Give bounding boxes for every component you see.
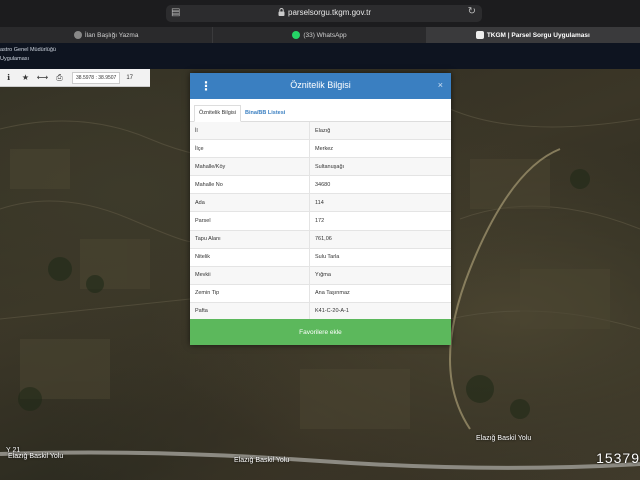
- table-row: Parsel 172: [190, 211, 451, 231]
- close-icon[interactable]: ×: [438, 80, 443, 90]
- table-row: İl Elazığ: [190, 122, 451, 141]
- measure-icon[interactable]: ⟷: [34, 69, 51, 86]
- browser-tabs: İlan Başlığı Yazma (33) WhatsApp TKGM | …: [0, 27, 640, 43]
- table-row: Mevkii Yığma: [190, 266, 451, 285]
- tkgm-favicon-icon: [475, 31, 484, 39]
- reader-icon[interactable]: ▤: [171, 7, 180, 18]
- road-label: Elazığ Baskil Yolu: [234, 457, 290, 464]
- site-title-line1: astro Genel Müdürlüğü: [0, 47, 56, 53]
- info-icon[interactable]: ℹ: [0, 69, 17, 86]
- table-row: Mahalle No 34680: [190, 175, 451, 195]
- dialog-header: ⋮ Öznitelik Bilgisi ×: [190, 73, 451, 99]
- coordinate-readout: 38.5978 : 38.9507: [72, 71, 121, 84]
- tab-ilan[interactable]: İlan Başlığı Yazma: [0, 27, 214, 43]
- browser-toolbar: ▤ parselsorgu.tkgm.gov.tr ↻: [0, 0, 640, 27]
- reload-icon[interactable]: ↻: [468, 6, 476, 17]
- tab-tkgm[interactable]: TKGM | Parsel Sorgu Uygulaması: [426, 27, 640, 43]
- tab-favicon-icon: [73, 31, 82, 39]
- map-grid-label: Y 21: [6, 447, 21, 454]
- dialog-title: Öznitelik Bilgisi: [290, 80, 351, 90]
- map-scale-number: 15379: [596, 450, 640, 466]
- zoom-level: 17: [126, 74, 134, 81]
- dialog-tabs: Öznitelik Bilgisi Bina/BB Listesi: [190, 99, 451, 122]
- table-row: Ada 114: [190, 193, 451, 213]
- tab-attribute-info[interactable]: Öznitelik Bilgisi: [194, 105, 241, 122]
- table-row: İlçe Merkez: [190, 139, 451, 159]
- table-row: Nitelik Sulu Tarla: [190, 248, 451, 267]
- tab-whatsapp[interactable]: (33) WhatsApp: [213, 27, 427, 43]
- map-toolbar: ℹ ★ ⟷ ⎙ 38.5978 : 38.9507 17: [0, 69, 150, 87]
- print-icon[interactable]: ⎙: [51, 69, 68, 86]
- road-label: Elazığ Baskil Yolu: [8, 453, 64, 460]
- table-row: Mahalle/Köy Sultanuşağı: [190, 157, 451, 177]
- tab-building-list[interactable]: Bina/BB Listesi: [241, 106, 289, 121]
- table-row: Pafta K41-C-20-A-1: [190, 302, 451, 322]
- table-row: Tapu Alanı 761,06: [190, 230, 451, 249]
- road-label: Elazığ Baskil Yolu: [476, 435, 532, 442]
- lock-icon: [278, 8, 285, 16]
- attribute-table: İl Elazığ İlçe Merkez Mahalle/Köy Sultanuşa…: [190, 122, 451, 322]
- star-icon[interactable]: ★: [17, 69, 34, 86]
- address-bar[interactable]: ▤ parselsorgu.tkgm.gov.tr ↻: [166, 5, 482, 22]
- whatsapp-icon: [292, 31, 301, 39]
- add-favorite-button[interactable]: Favorilere ekle: [190, 319, 451, 345]
- site-header: astro Genel Müdürlüğü Uygulaması: [0, 43, 640, 69]
- table-row: Zemin Tip Ana Taşınmaz: [190, 284, 451, 303]
- site-title-line2: Uygulaması: [0, 56, 30, 62]
- url-text: parselsorgu.tkgm.gov.tr: [288, 8, 371, 17]
- attribute-info-dialog: ⋮ Öznitelik Bilgisi × Öznitelik Bilgisi …: [190, 73, 451, 345]
